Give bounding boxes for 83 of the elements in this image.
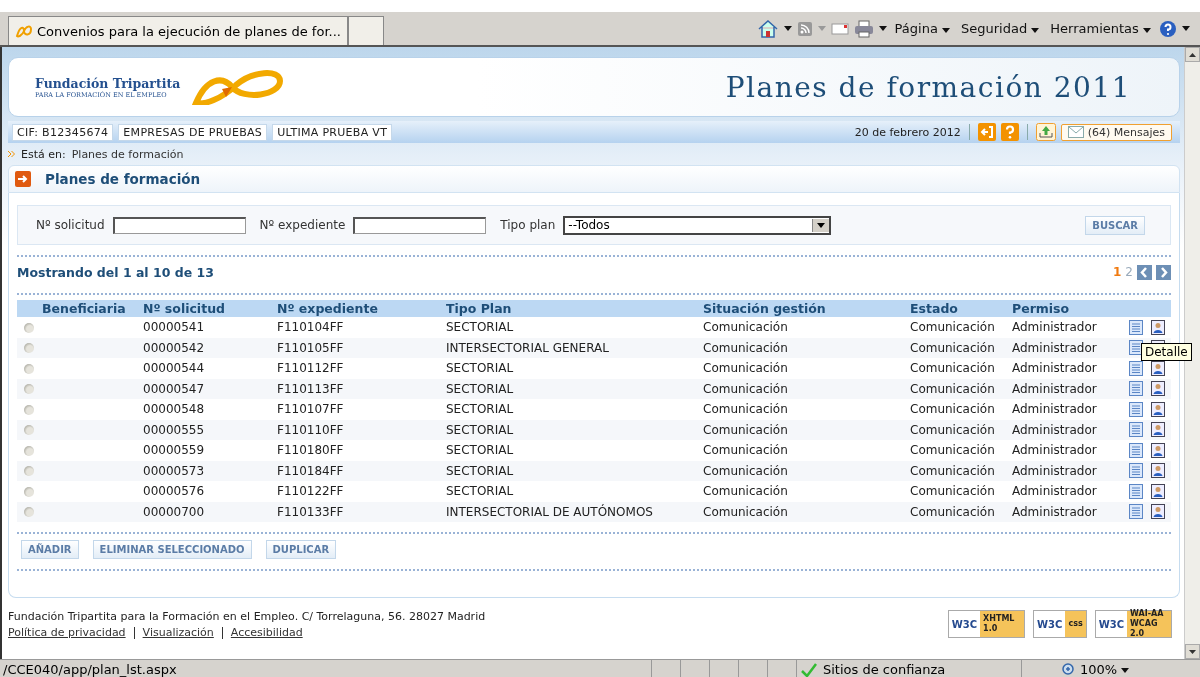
- table-cell-text: SECTORIAL: [446, 484, 515, 499]
- table-cell-text: SECTORIAL: [446, 361, 515, 376]
- account-tag: CIF: B12345674: [12, 123, 114, 141]
- table-cell-text: Comunicación: [703, 381, 789, 396]
- account-tag: ULTIMA PRUEBA VT: [272, 123, 393, 141]
- table-cell-text: Comunicación: [910, 484, 996, 499]
- field-label: Nº solicitud: [36, 218, 105, 232]
- table-cell-text: 00000700: [143, 504, 206, 519]
- table-cell-text: INTERSECTORIAL GENERAL: [446, 340, 610, 355]
- table-cell-text: INTERSECTORIAL DE AUTÓNOMOS: [446, 504, 654, 519]
- security-zone: Sitios de confianza: [796, 660, 1021, 677]
- table-cell-text: F110122FF: [277, 484, 345, 499]
- table-cell-text: Comunicación: [703, 320, 789, 335]
- table-cell-text: Administrador: [1012, 463, 1098, 478]
- table-cell-text: Comunicación: [910, 381, 996, 396]
- table-cell-text: Administrador: [1012, 340, 1098, 355]
- table-cell-text: 00000547: [143, 381, 206, 396]
- footer-address: Fundación Tripartita para la Formación en el Empleo. C/ Torrelaguna, 56. 28027 Madrid: [8, 610, 486, 623]
- table-cell-text: SECTORIAL: [446, 443, 515, 458]
- table-cell-text: Administrador: [1012, 361, 1098, 376]
- table-cell-text: 00000548: [143, 402, 206, 417]
- table-cell-text: Comunicación: [910, 402, 996, 417]
- table-cell-text: F110133FF: [277, 504, 345, 519]
- org-name: Fundación Tripartita: [35, 75, 181, 91]
- table-cell-text: F110105FF: [277, 340, 345, 355]
- page-heading: Planes de formación 2011: [725, 70, 1131, 104]
- table-cell-text: SECTORIAL: [446, 422, 515, 437]
- section-title: Planes de formación: [45, 171, 201, 187]
- table-cell-text: Comunicación: [703, 504, 789, 519]
- table-cell-text: 00000541: [143, 320, 206, 335]
- date-label: 20 de febrero 2012: [854, 125, 961, 139]
- column-header: Situación gestión: [703, 301, 827, 316]
- table-cell-text: Comunicación: [703, 422, 789, 437]
- table-cell-text: F110180FF: [277, 443, 345, 458]
- table-cell-text: Comunicación: [703, 443, 789, 458]
- column-header: Estado: [910, 301, 959, 316]
- status-url: /CCE040/app/plan_lst.aspx: [2, 661, 178, 677]
- table-cell-text: SECTORIAL: [446, 320, 515, 335]
- table-cell-text: SECTORIAL: [446, 402, 515, 417]
- table-cell-text: Administrador: [1012, 443, 1098, 458]
- table-cell-text: Comunicación: [910, 443, 996, 458]
- table-cell-text: Administrador: [1012, 504, 1098, 519]
- table-cell-text: F110184FF: [277, 463, 345, 478]
- table-cell-text: F110110FF: [277, 422, 345, 437]
- table-cell-text: Comunicación: [703, 463, 789, 478]
- tooltip: Detalle: [1141, 343, 1192, 361]
- account-tag: EMPRESAS DE PRUEBAS: [118, 123, 268, 141]
- results-summary: Mostrando del 1 al 10 de 13: [17, 264, 214, 280]
- column-header: Beneficiaria: [41, 301, 127, 316]
- table-cell-text: Comunicación: [703, 340, 789, 355]
- column-header: Nº solicitud: [143, 301, 226, 316]
- table-cell-text: SECTORIAL: [446, 381, 515, 396]
- table-cell-text: F110107FF: [277, 402, 345, 417]
- table-cell-text: Comunicación: [910, 463, 996, 478]
- table-cell-text: Administrador: [1012, 320, 1098, 335]
- field-label: Nº expediente: [259, 218, 346, 232]
- table-cell-text: Administrador: [1012, 484, 1098, 499]
- table-cell-text: Comunicación: [703, 484, 789, 499]
- field-label: Tipo plan: [500, 218, 556, 232]
- column-header: Permiso: [1012, 301, 1071, 316]
- table-cell-text: 00000544: [143, 361, 206, 376]
- table-cell-text: 00000542: [143, 340, 206, 355]
- table-cell-text: Comunicación: [910, 422, 996, 437]
- table-cell-text: F110113FF: [277, 381, 345, 396]
- table-cell-text: Comunicación: [910, 361, 996, 376]
- table-cell-text: Administrador: [1012, 381, 1098, 396]
- table-cell-text: Administrador: [1012, 422, 1098, 437]
- table-cell-text: 00000559: [143, 443, 206, 458]
- table-cell-text: F110104FF: [277, 320, 345, 335]
- table-cell-text: 00000573: [143, 463, 206, 478]
- table-cell-text: 00000576: [143, 484, 206, 499]
- table-cell-text: SECTORIAL: [446, 463, 515, 478]
- table-cell-text: Comunicación: [703, 402, 789, 417]
- breadcrumb-label: Está en:: [21, 147, 66, 161]
- table-cell-text: Administrador: [1012, 402, 1098, 417]
- table-cell-text: Comunicación: [703, 361, 789, 376]
- column-header: Tipo Plan: [446, 301, 513, 316]
- table-cell-text: 00000555: [143, 422, 206, 437]
- column-header: Nº expediente: [277, 301, 379, 316]
- table-cell-text: Comunicación: [910, 504, 996, 519]
- table-cell-text: Comunicación: [910, 340, 996, 355]
- table-cell-text: Comunicación: [910, 320, 996, 335]
- table-cell-text: F110112FF: [277, 361, 345, 376]
